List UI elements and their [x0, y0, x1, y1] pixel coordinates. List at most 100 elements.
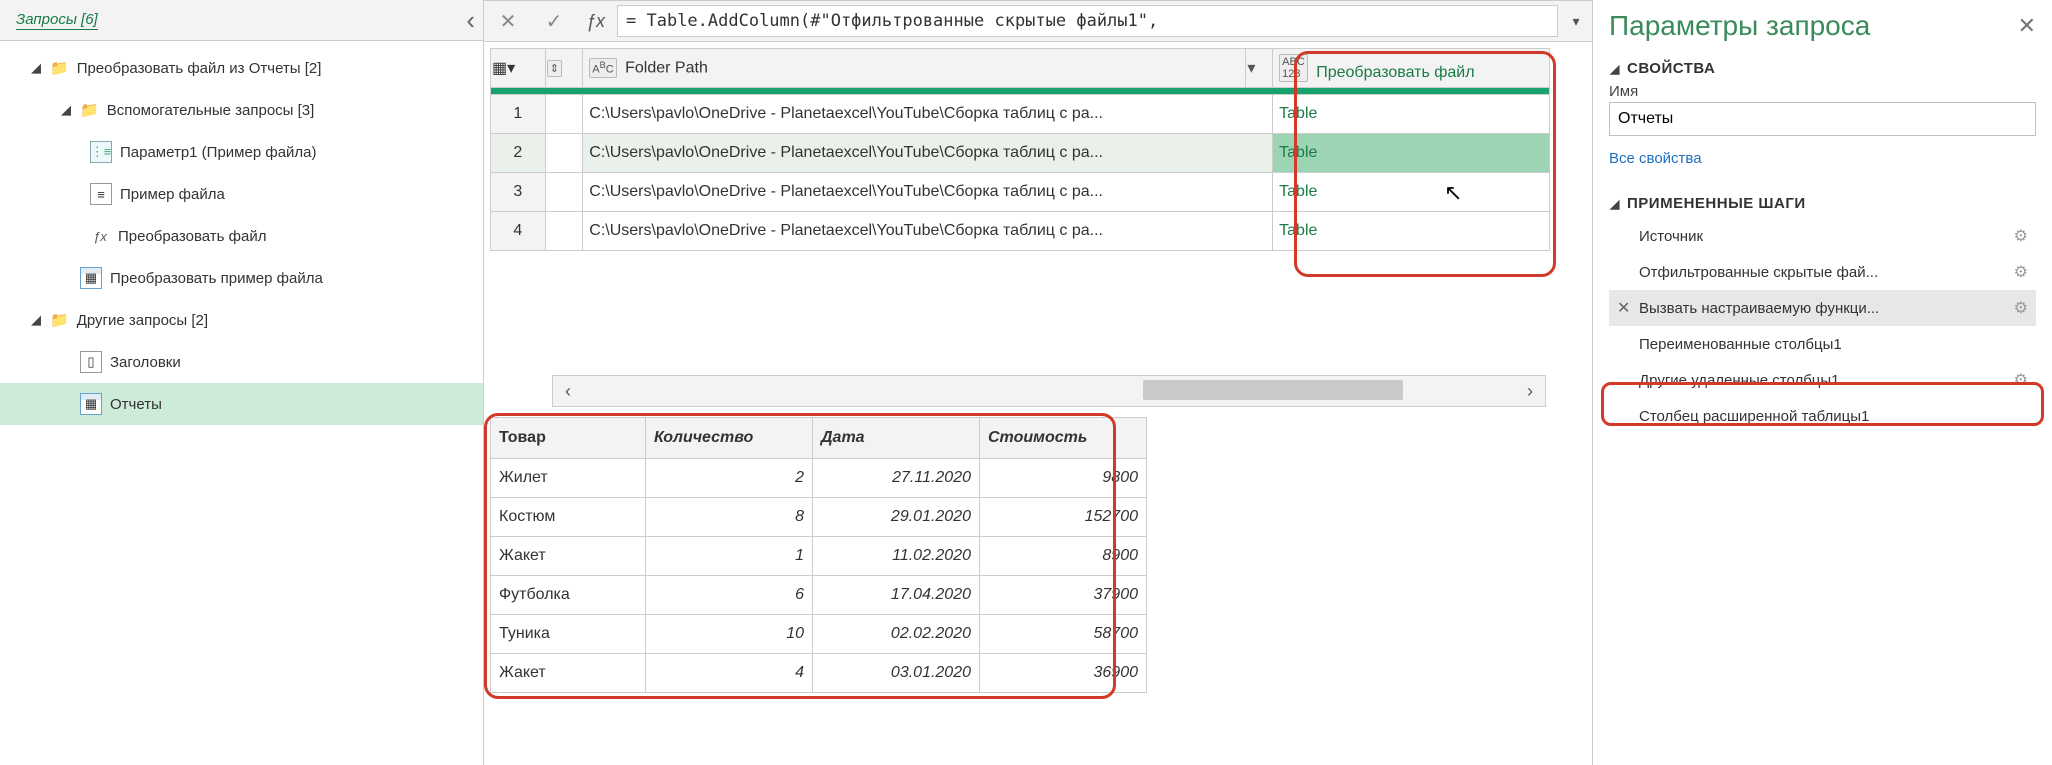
query-name-input[interactable] [1609, 102, 2036, 136]
properties-heading: СВОЙСТВА [1627, 60, 1715, 77]
preview-cell: 1 [646, 537, 813, 576]
preview-table: Товар Количество Дата Стоимость Жилет 2 … [490, 417, 1147, 693]
formula-dropdown-icon[interactable]: ▾ [1564, 13, 1588, 30]
scroll-track[interactable] [583, 376, 1515, 406]
query-transform-file-fn[interactable]: ƒx Преобразовать файл [0, 215, 483, 257]
table-row[interactable]: 1 C:\Users\pavlo\OneDrive - Planetaexcel… [491, 95, 1550, 134]
gear-icon[interactable]: ⚙ [2014, 298, 2028, 318]
preview-cell: 36900 [980, 654, 1147, 693]
applied-steps-list: Источник ⚙ Отфильтрованные скрытые фай..… [1609, 218, 2036, 434]
query-settings-pane: Параметры запроса ✕ ◢ СВОЙСТВА Имя Все с… [1592, 0, 2052, 765]
caret-down-icon[interactable]: ◢ [1609, 197, 1621, 211]
preview-header[interactable]: Товар [491, 418, 646, 459]
preview-cell: Костюм [491, 498, 646, 537]
query-transform-sample[interactable]: ▦ Преобразовать пример файла [0, 257, 483, 299]
step-removed-other-columns[interactable]: Другие удаленные столбцы1 ⚙ [1609, 362, 2036, 398]
collapse-pane-icon[interactable] [466, 5, 475, 36]
preview-header[interactable]: Стоимость [980, 418, 1147, 459]
type-any-icon: ABC123 [1279, 54, 1308, 82]
preview-cell: Жакет [491, 537, 646, 576]
query-parameter1[interactable]: ⋮≡ Параметр1 (Пример файла) [0, 131, 483, 173]
group-transform-file[interactable]: ◢ 📁 Преобразовать файл из Отчеты [2] [0, 47, 483, 89]
scroll-thumb[interactable] [1143, 380, 1403, 400]
preview-cell: 58700 [980, 615, 1147, 654]
cell-folder-path: C:\Users\pavlo\OneDrive - Planetaexcel\Y… [583, 95, 1273, 134]
applied-steps-heading: ПРИМЕНЕННЫЕ ШАГИ [1627, 195, 1806, 212]
queries-tree: ◢ 📁 Преобразовать файл из Отчеты [2] ◢ 📁… [0, 41, 483, 425]
scroll-right-icon[interactable]: › [1515, 381, 1545, 402]
fx-icon[interactable]: ƒx [580, 11, 611, 32]
horizontal-scrollbar[interactable]: ‹ › [552, 375, 1546, 407]
row-number: 3 [491, 173, 546, 212]
editor-pane: ✕ ✓ ƒx = Table.AddColumn(#"Отфильтрованн… [484, 0, 1592, 765]
caret-down-icon[interactable]: ◢ [1609, 62, 1621, 76]
query-reports[interactable]: ▦ Отчеты [0, 383, 483, 425]
preview-cell: 9800 [980, 459, 1147, 498]
gear-icon[interactable]: ⚙ [2014, 262, 2028, 282]
cell-table-link[interactable]: Table [1273, 134, 1550, 173]
preview-row[interactable]: Жилет 2 27.11.2020 9800 [491, 459, 1147, 498]
type-text-icon: ABC [589, 58, 616, 78]
delete-step-icon[interactable]: ✕ [1617, 298, 1630, 318]
folder-icon: 📁 [50, 59, 69, 77]
preview-row[interactable]: Жакет 1 11.02.2020 8900 [491, 537, 1147, 576]
formula-input[interactable]: = Table.AddColumn(#"Отфильтрованные скры… [617, 5, 1558, 37]
preview-cell: 8900 [980, 537, 1147, 576]
scroll-left-icon[interactable]: ‹ [553, 381, 583, 402]
cell-table-link[interactable]: Table [1273, 212, 1550, 251]
preview-cell: Футболка [491, 576, 646, 615]
cell-folder-path: C:\Users\pavlo\OneDrive - Planetaexcel\Y… [583, 173, 1273, 212]
query-label: Параметр1 (Пример файла) [120, 144, 317, 161]
preview-cell: 4 [646, 654, 813, 693]
query-sample-file[interactable]: ≡ Пример файла [0, 173, 483, 215]
gear-icon[interactable]: ⚙ [2014, 226, 2028, 246]
cell-table-link[interactable]: Table [1273, 95, 1550, 134]
table-corner-menu[interactable]: ▦▾ [491, 49, 546, 88]
cancel-formula-button[interactable]: ✕ [488, 5, 528, 37]
query-label: Отчеты [110, 396, 162, 413]
step-label: Столбец расширенной таблицы1 [1639, 408, 1869, 425]
expand-column-icon[interactable]: ⇕ [545, 49, 583, 88]
cell-table-link[interactable]: Table [1273, 173, 1550, 212]
table-row[interactable]: 3 C:\Users\pavlo\OneDrive - Planetaexcel… [491, 173, 1550, 212]
step-label: Другие удаленные столбцы1 [1639, 372, 1840, 389]
preview-header[interactable]: Количество [646, 418, 813, 459]
filter-folder-icon[interactable]: ▾ [1246, 49, 1273, 88]
name-label: Имя [1609, 83, 2036, 100]
close-icon[interactable]: ✕ [2018, 13, 2036, 39]
formula-text: = Table.AddColumn(#"Отфильтрованные скры… [626, 11, 1158, 31]
all-properties-link[interactable]: Все свойства [1609, 150, 1702, 167]
group-other-queries[interactable]: ◢ 📁 Другие запросы [2] [0, 299, 483, 341]
step-source[interactable]: Источник ⚙ [1609, 218, 2036, 254]
table-row[interactable]: 4 C:\Users\pavlo\OneDrive - Planetaexcel… [491, 212, 1550, 251]
query-headers[interactable]: ▯ Заголовки [0, 341, 483, 383]
preview-row[interactable]: Туника 10 02.02.2020 58700 [491, 615, 1147, 654]
group-label: Вспомогательные запросы [3] [107, 102, 315, 119]
preview-cell: 11.02.2020 [813, 537, 980, 576]
step-filtered-hidden[interactable]: Отфильтрованные скрытые фай... ⚙ [1609, 254, 2036, 290]
caret-down-icon: ◢ [60, 102, 72, 118]
step-renamed-columns[interactable]: Переименованные столбцы1 [1609, 326, 2036, 362]
group-helper-queries[interactable]: ◢ 📁 Вспомогательные запросы [3] [0, 89, 483, 131]
group-label: Другие запросы [2] [77, 312, 208, 329]
preview-row[interactable]: Футболка 6 17.04.2020 37900 [491, 576, 1147, 615]
preview-row[interactable]: Костюм 8 29.01.2020 152700 [491, 498, 1147, 537]
table-row[interactable]: 2 C:\Users\pavlo\OneDrive - Planetaexcel… [491, 134, 1550, 173]
preview-row[interactable]: Жакет 4 03.01.2020 36900 [491, 654, 1147, 693]
file-icon: ▯ [80, 351, 102, 373]
preview-header[interactable]: Дата [813, 418, 980, 459]
column-folder-path[interactable]: ABC Folder Path [583, 49, 1246, 88]
group-label: Преобразовать файл из Отчеты [2] [77, 60, 322, 77]
query-label: Заголовки [110, 354, 181, 371]
step-expanded-table-column[interactable]: Столбец расширенной таблицы1 [1609, 398, 2036, 434]
step-invoke-custom-fn[interactable]: ✕ Вызвать настраиваемую функци... ⚙ [1609, 290, 2036, 326]
row-number: 1 [491, 95, 546, 134]
queries-title[interactable]: Запросы [6] [16, 11, 98, 30]
preview-cell: Туника [491, 615, 646, 654]
confirm-formula-button[interactable]: ✓ [534, 5, 574, 37]
gear-icon[interactable]: ⚙ [2014, 370, 2028, 390]
cell-folder-path: C:\Users\pavlo\OneDrive - Planetaexcel\Y… [583, 134, 1273, 173]
pane-title: Параметры запроса [1609, 10, 1870, 42]
parameter-icon: ⋮≡ [90, 141, 112, 163]
column-transform-file[interactable]: ABC123 Преобразовать файл [1273, 49, 1550, 88]
